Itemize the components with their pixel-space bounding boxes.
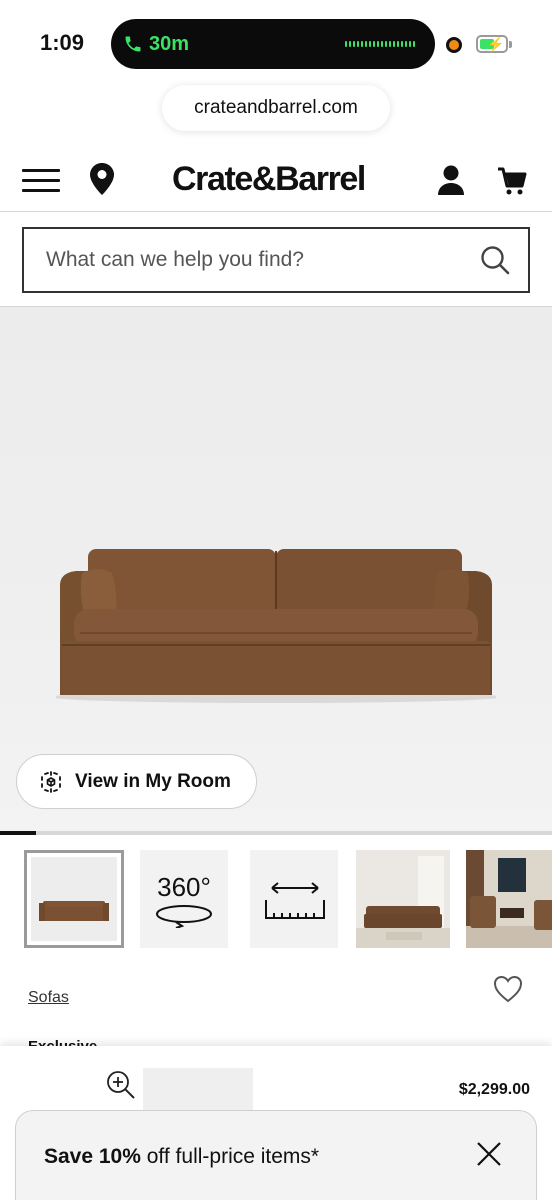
- ruler-dimensions-icon: [265, 882, 325, 919]
- thumbnail-room-scene-1[interactable]: [356, 850, 450, 948]
- view-in-room-label: View in My Room: [75, 770, 231, 792]
- recording-indicator-icon: [446, 37, 462, 53]
- audio-waveform-icon: [345, 41, 415, 47]
- map-pin-icon[interactable]: [88, 162, 116, 196]
- site-header: Crate&Barrel: [0, 150, 552, 212]
- room-scene-image: [356, 850, 450, 948]
- user-icon[interactable]: [436, 164, 466, 196]
- close-icon[interactable]: [476, 1141, 502, 1167]
- search-input[interactable]: What can we help you find?: [22, 227, 530, 293]
- hamburger-icon[interactable]: [22, 166, 60, 194]
- promo-banner[interactable]: Save 10% off full-price items*: [15, 1110, 537, 1200]
- status-bar: 1:09 30m ⚡: [0, 0, 552, 86]
- view-in-room-button[interactable]: View in My Room: [16, 754, 257, 809]
- clock: 1:09: [40, 30, 85, 55]
- sofa-image: [56, 549, 496, 703]
- search-icon[interactable]: [480, 245, 510, 275]
- search-placeholder: What can we help you find?: [46, 248, 304, 271]
- site-logo[interactable]: Crate&Barrel: [172, 160, 366, 199]
- thumbnail-room-scene-2[interactable]: [466, 850, 552, 948]
- product-mini-image: [143, 1068, 253, 1114]
- header-divider: [0, 211, 552, 212]
- product-price: $2,299.00: [458, 1081, 530, 1098]
- cart-icon[interactable]: [496, 164, 528, 196]
- gallery-progress: [0, 831, 552, 835]
- dynamic-island[interactable]: 30m: [111, 19, 435, 69]
- battery-icon: ⚡: [476, 35, 512, 53]
- thumbnail-sofa[interactable]: [24, 850, 124, 948]
- zoom-in-icon[interactable]: [106, 1070, 136, 1100]
- promo-bold: Save 10%: [44, 1145, 141, 1168]
- label-360: 360°: [157, 872, 211, 902]
- call-indicator: 30m: [123, 28, 189, 60]
- product-image-gallery[interactable]: View in My Room: [0, 307, 552, 831]
- thumbnail-strip: 360°: [0, 850, 552, 950]
- sofa-thumbnail-image: [39, 901, 109, 921]
- thumbnail-360[interactable]: 360°: [140, 850, 228, 948]
- thumbnail-dimensions[interactable]: [250, 850, 338, 948]
- call-duration: 30m: [149, 32, 190, 55]
- address-bar[interactable]: crateandbarrel.com: [162, 85, 390, 131]
- promo-text: Save 10% off full-price items*: [44, 1145, 319, 1169]
- favorite-heart-icon[interactable]: [493, 975, 523, 1003]
- phone-icon: [125, 36, 141, 52]
- living-room-image: [466, 850, 552, 948]
- category-link[interactable]: Sofas: [28, 989, 69, 1007]
- promo-rest: off full-price items*: [140, 1145, 320, 1168]
- ar-cube-icon: [41, 770, 61, 793]
- rotate-360-icon: [156, 905, 212, 928]
